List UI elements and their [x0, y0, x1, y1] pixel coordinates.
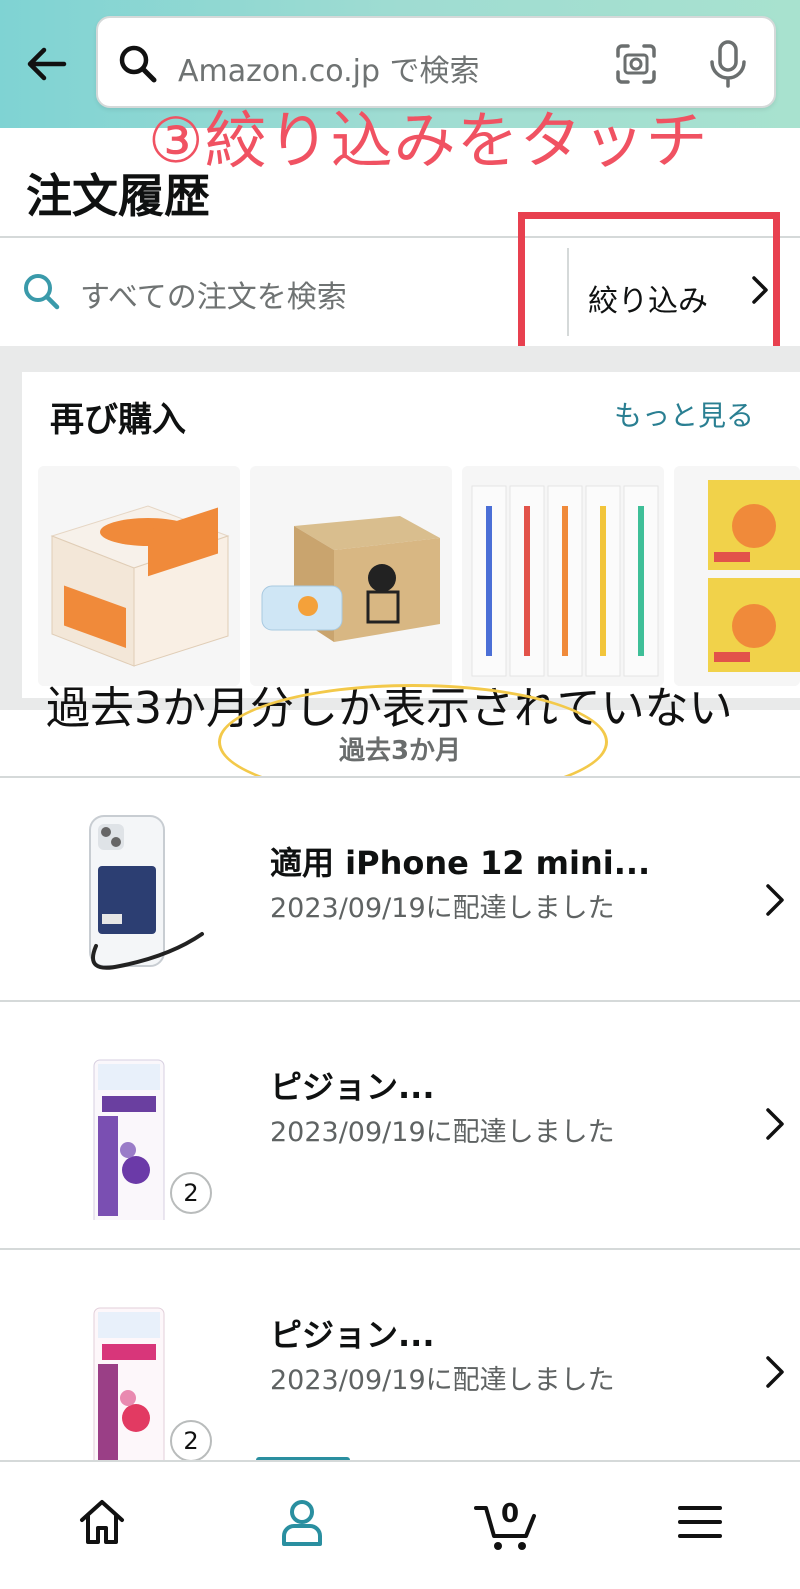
microphone-icon[interactable] — [704, 38, 752, 90]
search-placeholder[interactable]: Amazon.co.jp で検索 — [178, 46, 480, 90]
see-more-link[interactable]: もっと見る — [614, 394, 754, 434]
page-title: 注文履歴 — [26, 169, 210, 223]
tissue-box-product-image[interactable] — [38, 466, 240, 686]
order-row[interactable]: 適用 iPhone 12 mini... 2023/09/19に配達しました — [0, 778, 800, 1026]
account-icon[interactable] — [252, 1486, 352, 1566]
order-search-icon — [20, 270, 64, 314]
order-item-name: 適用 iPhone 12 mini... — [270, 844, 651, 882]
chevron-right-icon — [764, 1106, 786, 1142]
wipes-box-product-image[interactable] — [250, 466, 452, 686]
order-row[interactable]: 2 ピジョン... 2023/09/19に配達しました — [0, 1002, 800, 1250]
order-delivery-date: 2023/09/19に配達しました — [270, 893, 615, 924]
order-item-name: ピジョン... — [270, 1316, 435, 1354]
bottom-navigation: 0 — [0, 1460, 800, 1589]
cart-icon[interactable]: 0 — [450, 1486, 550, 1566]
buy-again-title: 再び購入 — [50, 400, 186, 440]
annotation-tap-filter: ③絞り込みをタッチ — [148, 104, 709, 177]
toothbrushes-product-image[interactable] — [462, 466, 664, 686]
search-icon — [116, 42, 160, 86]
cart-count: 0 — [501, 1499, 519, 1529]
order-delivery-date: 2023/09/19に配達しました — [270, 1365, 615, 1396]
chevron-right-icon — [764, 882, 786, 918]
back-arrow-icon[interactable] — [22, 38, 74, 90]
camera-scan-icon[interactable] — [612, 40, 660, 88]
time-range-label[interactable]: 過去3か月 — [0, 730, 800, 767]
order-item-name: ピジョン... — [270, 1068, 435, 1106]
iphone-case-product-image — [80, 796, 210, 996]
quantity-badge: 2 — [170, 1420, 212, 1462]
menu-icon[interactable] — [650, 1486, 750, 1566]
order-search-input[interactable]: すべての注文を検索 — [80, 272, 347, 316]
notebook-product-image[interactable] — [674, 466, 800, 686]
chevron-right-icon — [764, 1354, 786, 1390]
quantity-badge: 2 — [170, 1172, 212, 1214]
home-icon[interactable] — [52, 1486, 152, 1566]
order-delivery-date: 2023/09/19に配達しました — [270, 1117, 615, 1148]
buy-again-card: 再び購入 もっと見る — [22, 372, 800, 698]
